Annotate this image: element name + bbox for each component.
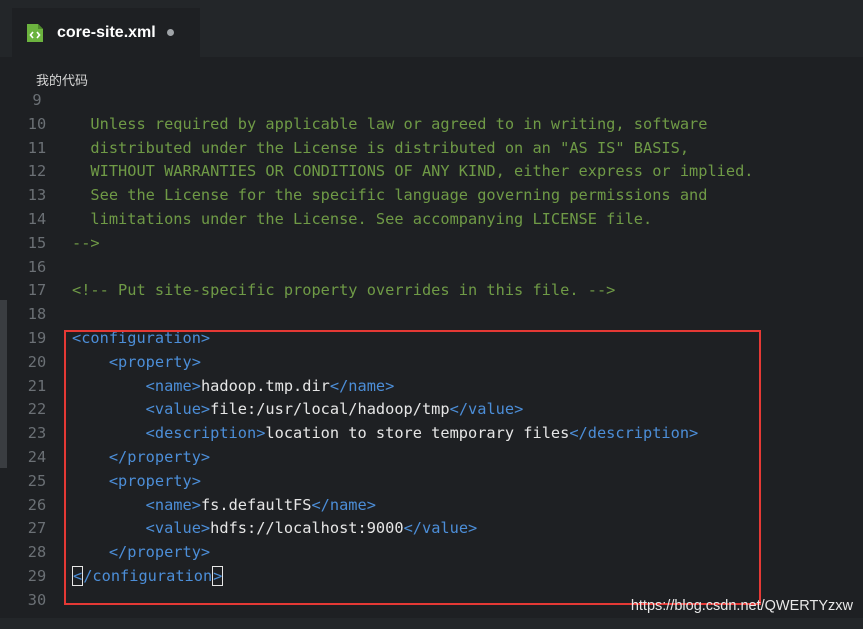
watermark: https://blog.csdn.net/QWERTYzxw	[630, 598, 853, 614]
line-number: 10	[27, 114, 47, 133]
unsaved-dot-icon	[166, 29, 174, 36]
code-line[interactable]: 17 <!-- Put site-specific property overri…	[0, 278, 863, 302]
code-comment: limitations under the License. See accom…	[72, 210, 653, 228]
tab-core-site-xml[interactable]: core-site.xml	[12, 8, 200, 57]
window-bottom-strip	[0, 618, 863, 629]
line-number: 16	[27, 257, 47, 276]
line-number: 24	[27, 448, 47, 466]
line-number: 25	[27, 471, 47, 490]
code-content: -->	[72, 231, 100, 255]
code-line[interactable]: 12 WITHOUT WARRANTIES OR CONDITIONS OF A…	[0, 159, 863, 183]
line-number: 23	[27, 424, 47, 443]
line-number: 17	[27, 281, 47, 300]
window-top-strip	[0, 0, 863, 8]
line-number: 14	[27, 210, 47, 228]
code-comment: Unless required by applicable law or agr…	[72, 114, 708, 133]
line-number: 30	[27, 590, 47, 609]
code-line[interactable]: 9	[0, 88, 863, 112]
line-number: 21	[27, 376, 47, 395]
code-content: distributed under the License is distrib…	[72, 136, 689, 160]
line-number: 11	[27, 138, 47, 157]
line-number: 13	[27, 186, 47, 205]
line-number: 15	[27, 233, 47, 252]
line-number: 29	[27, 567, 47, 585]
line-number: 28	[27, 543, 47, 562]
line-number: 18	[27, 305, 47, 324]
line-number: 22	[27, 400, 47, 419]
code-line[interactable]: 10 Unless required by applicable law or …	[0, 112, 863, 136]
code-comment: distributed under the License is distrib…	[72, 138, 690, 157]
code-comment: See the License for the specific languag…	[72, 186, 708, 205]
line-number: 26	[27, 495, 47, 514]
xml-file-icon	[26, 23, 44, 43]
code-line[interactable]: 15 -->	[0, 231, 863, 255]
line-number: 12	[27, 162, 47, 181]
line-number: 27	[27, 519, 47, 538]
code-line[interactable]: 13 See the License for the specific lang…	[0, 183, 863, 207]
line-number: 19	[27, 329, 47, 347]
highlight-annotation-box	[64, 330, 761, 605]
code-comment: WITHOUT WARRANTIES OR CONDITIONS OF ANY …	[72, 162, 754, 181]
panel-title: 我的代码	[36, 74, 89, 89]
line-number: 9	[32, 91, 42, 109]
code-line[interactable]: 11 distributed under the License is dist…	[0, 136, 863, 160]
code-comment: <!-- Put site-specific property override…	[72, 281, 616, 300]
code-line[interactable]: 16	[0, 255, 863, 279]
tab-bar: core-site.xml	[0, 8, 863, 57]
code-content: See the License for the specific languag…	[72, 183, 707, 207]
code-content: limitations under the License. See accom…	[72, 207, 652, 231]
code-content: WITHOUT WARRANTIES OR CONDITIONS OF ANY …	[72, 159, 754, 183]
line-number: 20	[27, 352, 47, 371]
code-line[interactable]: 18	[0, 302, 863, 326]
code-content: Unless required by applicable law or agr…	[72, 112, 707, 136]
code-comment: -->	[72, 233, 100, 252]
code-line[interactable]: 14 limitations under the License. See ac…	[0, 207, 863, 231]
code-content: <!-- Put site-specific property override…	[72, 278, 615, 302]
tab-title: core-site.xml	[57, 23, 156, 41]
